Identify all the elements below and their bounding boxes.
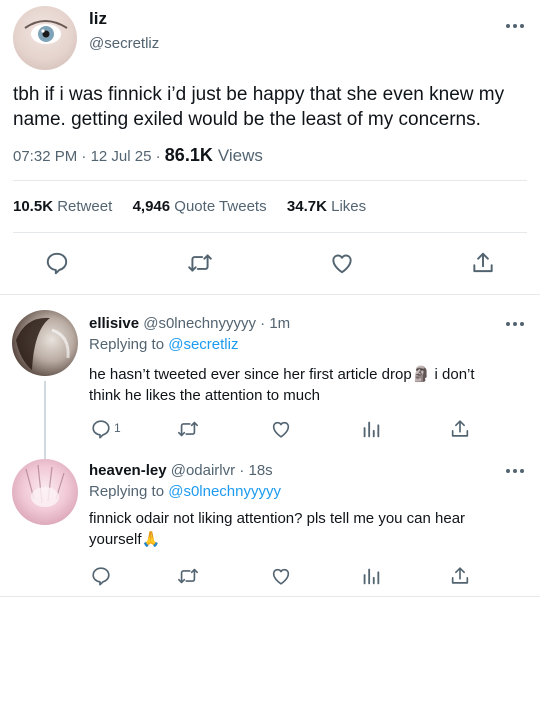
like-icon[interactable] <box>328 250 356 276</box>
replying-label: Replying to <box>89 483 165 500</box>
reply-icon[interactable] <box>90 565 112 587</box>
reply-header: heaven-ley @odairlvr · 18s <box>89 462 273 479</box>
more-icon[interactable] <box>506 469 524 473</box>
more-icon[interactable] <box>506 24 524 28</box>
reply-icon[interactable] <box>90 418 112 440</box>
reply-avatar[interactable] <box>12 310 78 376</box>
reply-icon[interactable] <box>44 250 70 276</box>
tweet-text-line: name. getting exiled would be the least … <box>13 109 481 130</box>
reply-header: ellisive @s0lnechnyyyyy · 1m <box>89 315 290 332</box>
analytics-icon[interactable] <box>360 418 382 440</box>
analytics-icon[interactable] <box>360 565 382 587</box>
meta-separator: · <box>151 148 165 165</box>
share-icon[interactable] <box>470 249 496 277</box>
reply-text-line: yourself🙏 <box>89 531 161 548</box>
retweet-icon[interactable] <box>176 565 200 587</box>
replying-label: Replying to <box>89 336 165 353</box>
tweet-text-line: tbh if i was finnick i’d just be happy t… <box>13 84 505 105</box>
tweet-date[interactable]: 12 Jul 25 <box>91 148 152 165</box>
reply-text: he hasn’t tweeted ever since her first a… <box>89 364 534 406</box>
tweet-meta: 07:32 PM · 12 Jul 25 · 86.1K Views <box>13 145 263 166</box>
author-avatar[interactable] <box>13 6 77 70</box>
replying-to: Replying to @s0lnechnyyyyy <box>89 483 281 500</box>
divider <box>0 294 540 295</box>
share-icon[interactable] <box>449 417 471 441</box>
author-name[interactable]: liz <box>89 9 107 29</box>
tweet-text: tbh if i was finnick i’d just be happy t… <box>13 82 533 132</box>
share-icon[interactable] <box>449 564 471 588</box>
tweet-time[interactable]: 07:32 PM <box>13 148 77 165</box>
replying-to-handle[interactable]: @s0lnechnyyyyy <box>168 483 281 500</box>
reply-author-handle[interactable]: @odairlvr <box>171 462 235 479</box>
reply-avatar[interactable] <box>12 459 78 525</box>
meta-separator: · <box>260 315 266 332</box>
reply-count: 1 <box>114 421 121 435</box>
divider <box>13 180 527 181</box>
replying-to: Replying to @secretliz <box>89 336 238 353</box>
replying-to-handle[interactable]: @secretliz <box>168 336 238 353</box>
quotes-count[interactable]: 4,946 <box>133 198 171 215</box>
divider <box>0 596 540 597</box>
reply-author-handle[interactable]: @s0lnechnyyyyy <box>143 315 256 332</box>
retweets-count[interactable]: 10.5K <box>13 198 53 215</box>
divider <box>13 232 527 233</box>
likes-label[interactable]: Likes <box>331 198 366 215</box>
reply-author-name[interactable]: heaven-ley <box>89 462 167 479</box>
reply-time[interactable]: 1m <box>269 315 290 332</box>
like-icon[interactable] <box>269 418 293 440</box>
retweet-icon[interactable] <box>176 418 200 440</box>
likes-count[interactable]: 34.7K <box>287 198 327 215</box>
reply-text: finnick odair not liking attention? pls … <box>89 508 534 550</box>
more-icon[interactable] <box>506 322 524 326</box>
meta-separator: · <box>239 462 245 479</box>
views-count[interactable]: 86.1K <box>165 145 213 166</box>
reply-text-line: think he likes the attention to much <box>89 387 320 404</box>
reply-text-line: he hasn’t tweeted ever since her first a… <box>89 366 475 383</box>
views-label: Views <box>217 146 263 165</box>
thread-line <box>44 381 46 459</box>
engagement-stats: 10.5K Retweet 4,946 Quote Tweets 34.7K L… <box>13 198 366 215</box>
reply-time[interactable]: 18s <box>248 462 272 479</box>
retweet-icon[interactable] <box>186 250 214 276</box>
author-handle[interactable]: @secretliz <box>89 35 159 52</box>
like-icon[interactable] <box>269 565 293 587</box>
quotes-label[interactable]: Quote Tweets <box>174 198 266 215</box>
retweets-label[interactable]: Retweet <box>57 198 112 215</box>
reply-text-line: finnick odair not liking attention? pls … <box>89 510 466 527</box>
meta-separator: · <box>77 148 91 165</box>
reply-author-name[interactable]: ellisive <box>89 315 139 332</box>
